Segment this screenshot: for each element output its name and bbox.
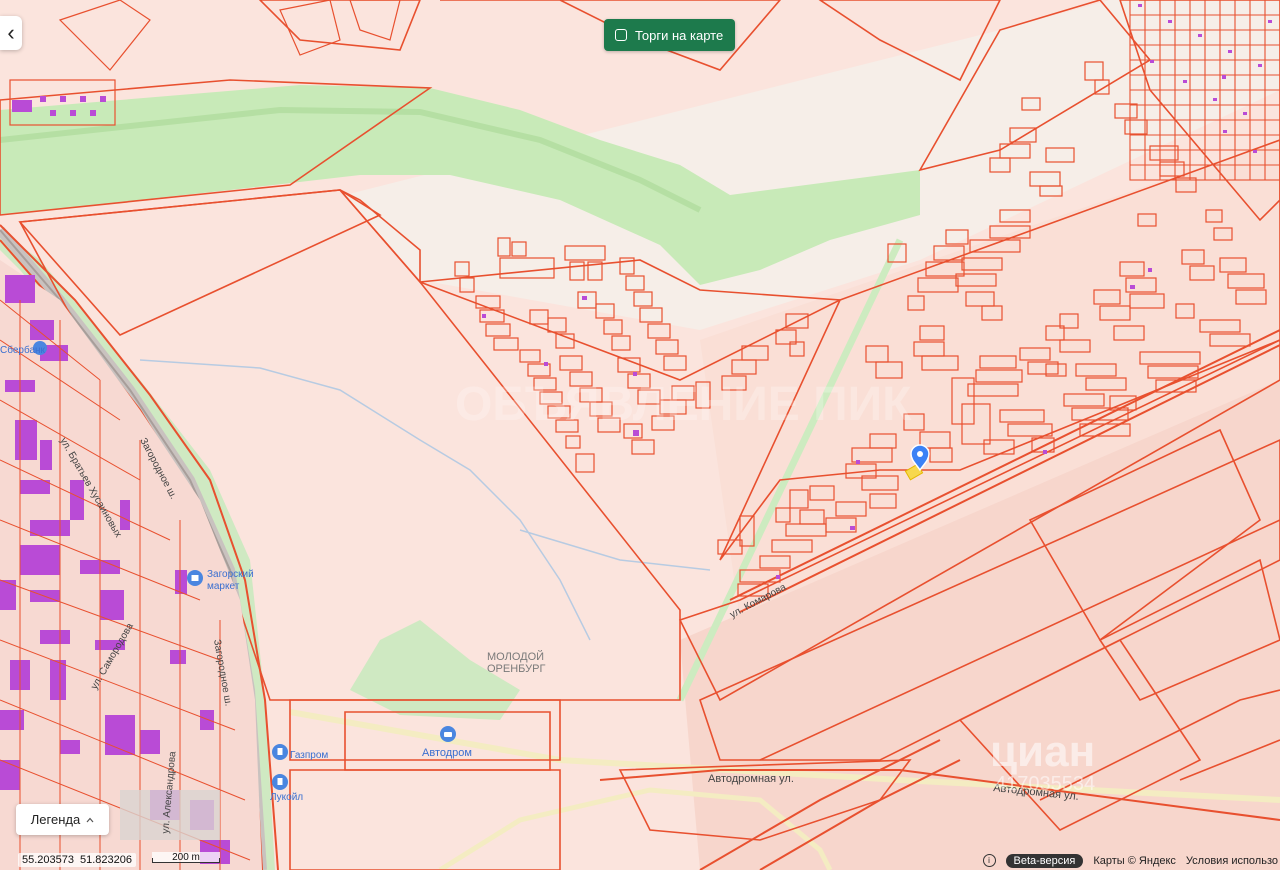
- cian-watermark: циан: [990, 727, 1095, 776]
- cian-watermark-id: 417035534: [995, 773, 1095, 795]
- zagorsky-label-1: Загорский: [207, 569, 254, 580]
- legend-label: Легенда: [30, 812, 81, 827]
- longitude: 51.823206: [80, 854, 132, 866]
- chevron-left-icon: ‹: [7, 20, 15, 45]
- district-label-1: МОЛОДОЙ: [487, 650, 544, 663]
- gazprom-label: Газпром: [290, 750, 328, 761]
- map-footer: i Beta-версия Карты © Яндекс Условия исп…: [982, 851, 1280, 870]
- chevron-up-icon: [86, 817, 94, 822]
- terms-link[interactable]: Условия использо: [1186, 855, 1278, 867]
- auction-toggle-label: Торги на карте: [635, 27, 724, 43]
- gas-station-icon-2[interactable]: [272, 774, 288, 790]
- district-label-2: ОРЕНБУРГ: [487, 663, 545, 675]
- checkbox-icon[interactable]: [615, 29, 627, 41]
- zagorsky-label-2: маркет: [207, 581, 240, 592]
- scale-bar: 200 m: [152, 852, 220, 863]
- shop-icon[interactable]: [187, 570, 203, 586]
- lukoil-label: Лукойл: [270, 792, 303, 803]
- attribution-link[interactable]: Карты © Яндекс: [1093, 855, 1176, 867]
- info-icon[interactable]: i: [982, 854, 996, 867]
- back-button[interactable]: ‹: [0, 16, 22, 50]
- bank-label: Сбербанк: [0, 344, 46, 356]
- legend-button[interactable]: Легенда: [16, 804, 109, 835]
- avtodromnaya-label-1: Автодромная ул.: [708, 773, 794, 785]
- latitude: 55.203573: [22, 854, 74, 866]
- map-canvas[interactable]: МОЛОДОЙ ОРЕНБУРГ Автодром Автодромная ул…: [0, 0, 1280, 870]
- avtodrom-icon[interactable]: [440, 726, 456, 742]
- beta-badge[interactable]: Beta-версия: [1005, 853, 1084, 868]
- avtodrom-label: Автодром: [422, 747, 472, 759]
- watermark: ОБЪЯВЛЕНИЕ ПИК: [455, 378, 912, 431]
- coordinates: 55.203573 51.823206: [18, 853, 136, 867]
- auction-toggle-button[interactable]: Торги на карте: [604, 19, 735, 51]
- scale-ruler: [152, 858, 220, 863]
- gas-station-icon[interactable]: [272, 744, 288, 760]
